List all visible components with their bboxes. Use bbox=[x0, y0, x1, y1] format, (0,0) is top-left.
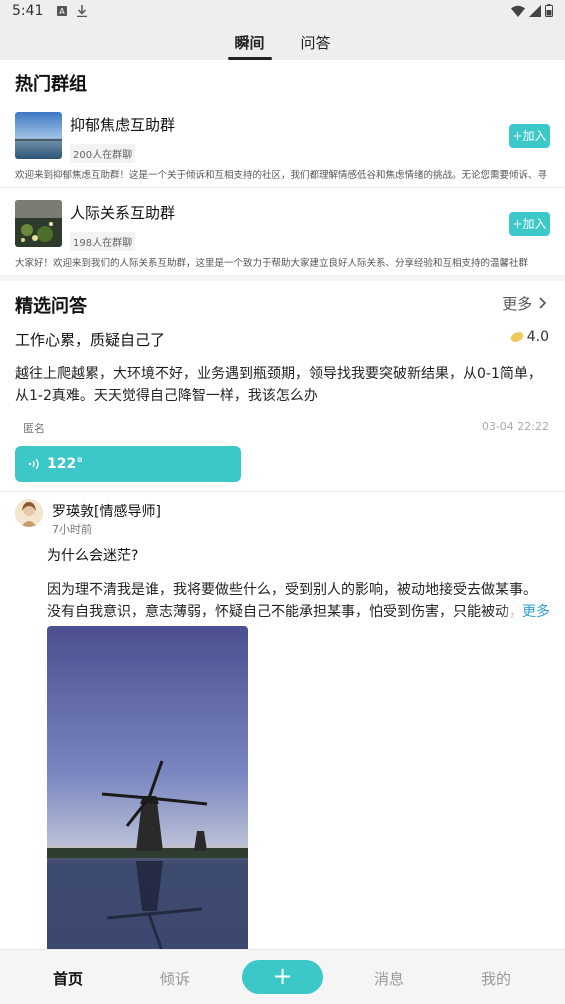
download-icon bbox=[77, 5, 88, 17]
nav-confide[interactable]: 倾诉 bbox=[145, 968, 205, 989]
notification-a-icon: A bbox=[57, 6, 68, 16]
answer-heading: 为什么会迷茫? bbox=[47, 548, 139, 564]
group-name: 人际关系互助群 bbox=[70, 204, 176, 222]
question-title[interactable]: 工作心累，质疑自己了 bbox=[15, 329, 165, 350]
status-time: 5:41 bbox=[12, 3, 44, 19]
voice-duration: 122° bbox=[47, 456, 84, 472]
divider bbox=[0, 187, 565, 188]
reward-value: 4.0 bbox=[526, 329, 549, 345]
group-item-relationship[interactable]: 人际关系互助群 198人在群聊 +加入 大家好！欢迎来到我们的人际关系互助群，这… bbox=[0, 200, 565, 287]
question-reward: 4.0 bbox=[510, 329, 549, 345]
signal-icon bbox=[529, 4, 541, 17]
bottom-nav: 首页 倾诉 + 消息 我的 bbox=[0, 949, 565, 1004]
group-thumbnail bbox=[15, 200, 62, 247]
question-body[interactable]: 越往上爬越累，大环境不好，业务遇到瓶颈期，领导找我要突破新结果，从0-1简单，从… bbox=[15, 363, 550, 407]
answer-photo[interactable] bbox=[47, 626, 248, 949]
wifi-icon bbox=[511, 5, 525, 17]
group-description: 大家好！欢迎来到我们的人际关系互助群，这里是一个致力于帮助大家建立良好人际关系、… bbox=[15, 258, 529, 269]
group-item-anxiety[interactable]: 抑郁焦虑互助群 200人在群聊 +加入 欢迎来到抑郁焦虑互助群！这是一个关于倾诉… bbox=[0, 112, 565, 199]
svg-text:A: A bbox=[60, 7, 66, 16]
more-label: 更多 bbox=[502, 295, 533, 313]
answer-body[interactable]: 因为理不清我是谁，我将要做些什么，受到别人的影响，被动地接受去做某事。没有自我意… bbox=[47, 579, 550, 623]
answerer-name[interactable]: 罗瑛敦[情感导师] bbox=[52, 501, 161, 521]
nav-messages[interactable]: 消息 bbox=[359, 968, 419, 989]
group-member-count: 200人在群聊 bbox=[70, 144, 136, 163]
battery-icon bbox=[545, 4, 553, 17]
voice-message-button[interactable]: 122° bbox=[15, 446, 241, 482]
add-post-button[interactable]: + bbox=[242, 960, 323, 994]
answer-more-link[interactable]: 更多 bbox=[502, 601, 550, 621]
group-member-count: 198人在群聊 bbox=[70, 232, 136, 251]
join-button[interactable]: +加入 bbox=[509, 212, 550, 236]
hot-groups-title: 热门群组 bbox=[15, 74, 87, 95]
section-divider bbox=[0, 275, 565, 281]
divider bbox=[0, 491, 565, 492]
nav-profile[interactable]: 我的 bbox=[466, 968, 526, 989]
main-content: 热门群组 抑郁焦虑互助群 200人在群聊 +加入 欢迎来到抑郁焦虑互助群！这是一… bbox=[0, 60, 565, 949]
group-description: 欢迎来到抑郁焦虑互助群！这是一个关于倾诉和互相支持的社区，我们都理解情感低谷和焦… bbox=[15, 170, 548, 181]
more-link[interactable]: 更多 bbox=[502, 293, 547, 314]
nav-home[interactable]: 首页 bbox=[38, 968, 98, 989]
question-time: 03-04 22:22 bbox=[481, 420, 549, 433]
status-bar: 5:41 A bbox=[0, 0, 565, 22]
question-author: 匿名 bbox=[23, 422, 45, 435]
group-name: 抑郁焦虑互助群 bbox=[70, 116, 176, 134]
tab-qa[interactable]: 问答 bbox=[294, 22, 338, 60]
chevron-right-icon bbox=[539, 297, 547, 309]
coin-icon bbox=[510, 332, 523, 342]
voice-wave-icon bbox=[28, 458, 39, 470]
join-button[interactable]: +加入 bbox=[509, 124, 550, 148]
featured-qa-title: 精选问答 bbox=[15, 296, 87, 317]
top-tabs: 瞬间 问答 bbox=[0, 22, 565, 60]
avatar[interactable] bbox=[15, 499, 43, 527]
group-thumbnail bbox=[15, 112, 62, 159]
answer-time: 7小时前 bbox=[52, 523, 92, 536]
tab-moments[interactable]: 瞬间 bbox=[227, 22, 272, 60]
